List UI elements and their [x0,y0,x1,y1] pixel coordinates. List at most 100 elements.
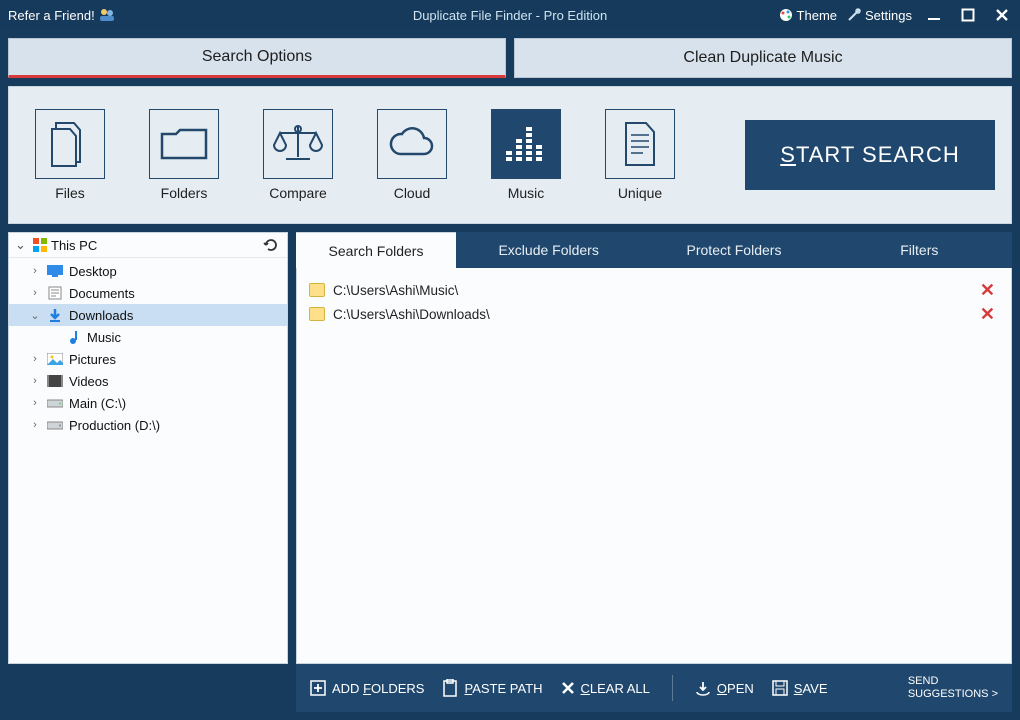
tree-node-pictures[interactable]: › Pictures [9,348,287,370]
category-compare[interactable]: Compare [253,109,343,201]
start-search-button[interactable]: START SEARCH [745,120,995,190]
tree-node-music[interactable]: Music [9,326,287,348]
subtabs: Search Folders Exclude Folders Protect F… [296,232,1012,268]
x-icon [561,681,575,695]
category-label: Cloud [394,185,431,201]
tree-node-drive-d[interactable]: › Production (D:\) [9,414,287,436]
subtab-label: Protect Folders [687,242,782,258]
download-icon [47,307,63,323]
folder-icon [309,283,325,297]
scale-icon [272,123,324,165]
folder-row[interactable]: C:\Users\Ashi\Downloads\ ✕ [309,302,999,326]
folder-path: C:\Users\Ashi\Music\ [333,283,968,298]
send-suggestions-link[interactable]: SEND SUGGESTIONS > [908,675,998,701]
clear-all-button[interactable]: CLEAR ALL [561,681,650,696]
category-label: Compare [269,185,327,201]
category-files[interactable]: Files [25,109,115,201]
separator [672,675,673,701]
refresh-icon[interactable] [263,237,281,253]
folder-row[interactable]: C:\Users\Ashi\Music\ ✕ [309,278,999,302]
files-icon [48,119,92,169]
chevron-right-icon: › [29,353,41,365]
settings-link[interactable]: Settings [847,8,912,23]
category-label: Folders [161,185,208,201]
refer-a-friend-link[interactable]: Refer a Friend! [0,8,123,23]
subtab-label: Filters [900,242,938,258]
tree-node-label: Videos [69,374,109,389]
tab-clean-duplicate-music[interactable]: Clean Duplicate Music [514,38,1012,78]
btn-label: CLEAR ALL [581,681,650,696]
tree-node-label: Downloads [69,308,133,323]
category-music[interactable]: Music [481,109,571,201]
subtab-exclude-folders[interactable]: Exclude Folders [456,232,641,268]
pictures-icon [47,351,63,367]
subtab-label: Search Folders [329,243,424,259]
folder-tree-pane: ⌄ This PC › Desktop › Documents [8,232,288,664]
document-icon [622,121,658,167]
tree-node-documents[interactable]: › Documents [9,282,287,304]
titlebar: Refer a Friend! Duplicate File Finder - … [0,0,1020,30]
chevron-down-icon: ⌄ [15,237,29,253]
palette-icon [779,8,793,22]
btn-label: SAVE [794,681,828,696]
people-icon [99,8,115,22]
tree-node-label: Desktop [69,264,117,279]
category-folders[interactable]: Folders [139,109,229,201]
category-toolbar: Files Folders Compare Cloud [8,86,1012,224]
close-button[interactable] [990,3,1014,27]
chevron-right-icon: › [29,265,41,277]
add-folders-button[interactable]: ADD FOLDERS [310,680,424,696]
category-label: Files [55,185,85,201]
chevron-right-icon: › [29,397,41,409]
save-icon [772,680,788,696]
tree-root-row[interactable]: ⌄ This PC [9,233,287,258]
tree-node-downloads[interactable]: ⌄ Downloads [9,304,287,326]
tree-list: › Desktop › Documents ⌄ Downloads [9,258,287,438]
tree-node-label: Music [87,330,121,345]
subtab-filters[interactable]: Filters [827,232,1012,268]
bottom-toolbar: ADD FOLDERS PASTE PATH CLEAR ALL OPEN SA… [296,664,1012,712]
subtab-protect-folders[interactable]: Protect Folders [641,232,826,268]
open-button[interactable]: OPEN [695,680,754,696]
category-label: Music [508,185,545,201]
windows-icon [33,238,47,252]
remove-folder-button[interactable]: ✕ [976,280,999,301]
maximize-button[interactable] [956,3,980,27]
subtab-label: Exclude Folders [498,242,598,258]
music-icon [65,329,81,345]
category-cloud[interactable]: Cloud [367,109,457,201]
start-search-label: START SEARCH [780,142,960,168]
documents-icon [47,285,63,301]
tab-label: Clean Duplicate Music [683,49,842,67]
tree-node-drive-c[interactable]: › Main (C:\) [9,392,287,414]
category-unique[interactable]: Unique [595,109,685,201]
desktop-icon [47,263,63,279]
category-label: Unique [618,185,662,201]
theme-link[interactable]: Theme [779,8,837,23]
btn-label: PASTE PATH [464,681,542,696]
tree-node-desktop[interactable]: › Desktop [9,260,287,282]
paste-path-button[interactable]: PASTE PATH [442,679,542,697]
refer-label: Refer a Friend! [8,8,95,23]
send-line2: SUGGESTIONS > [908,688,998,701]
tree-node-label: Main (C:\) [69,396,126,411]
tree-node-label: Documents [69,286,135,301]
remove-folder-button[interactable]: ✕ [976,304,999,325]
subtab-search-folders[interactable]: Search Folders [296,232,456,268]
search-folders-list: C:\Users\Ashi\Music\ ✕ C:\Users\Ashi\Dow… [296,268,1012,664]
right-pane: Search Folders Exclude Folders Protect F… [296,232,1012,664]
tree-node-label: Production (D:\) [69,418,160,433]
folder-icon [309,307,325,321]
tools-icon [847,8,861,22]
save-button[interactable]: SAVE [772,680,828,696]
equalizer-icon [504,125,548,163]
chevron-right-icon: › [29,419,41,431]
tree-node-videos[interactable]: › Videos [9,370,287,392]
videos-icon [47,373,63,389]
tab-search-options[interactable]: Search Options [8,38,506,78]
chevron-down-icon: ⌄ [29,309,41,322]
chevron-right-icon: › [29,287,41,299]
tab-label: Search Options [202,48,312,66]
minimize-button[interactable] [922,3,946,27]
btn-label: ADD FOLDERS [332,681,424,696]
